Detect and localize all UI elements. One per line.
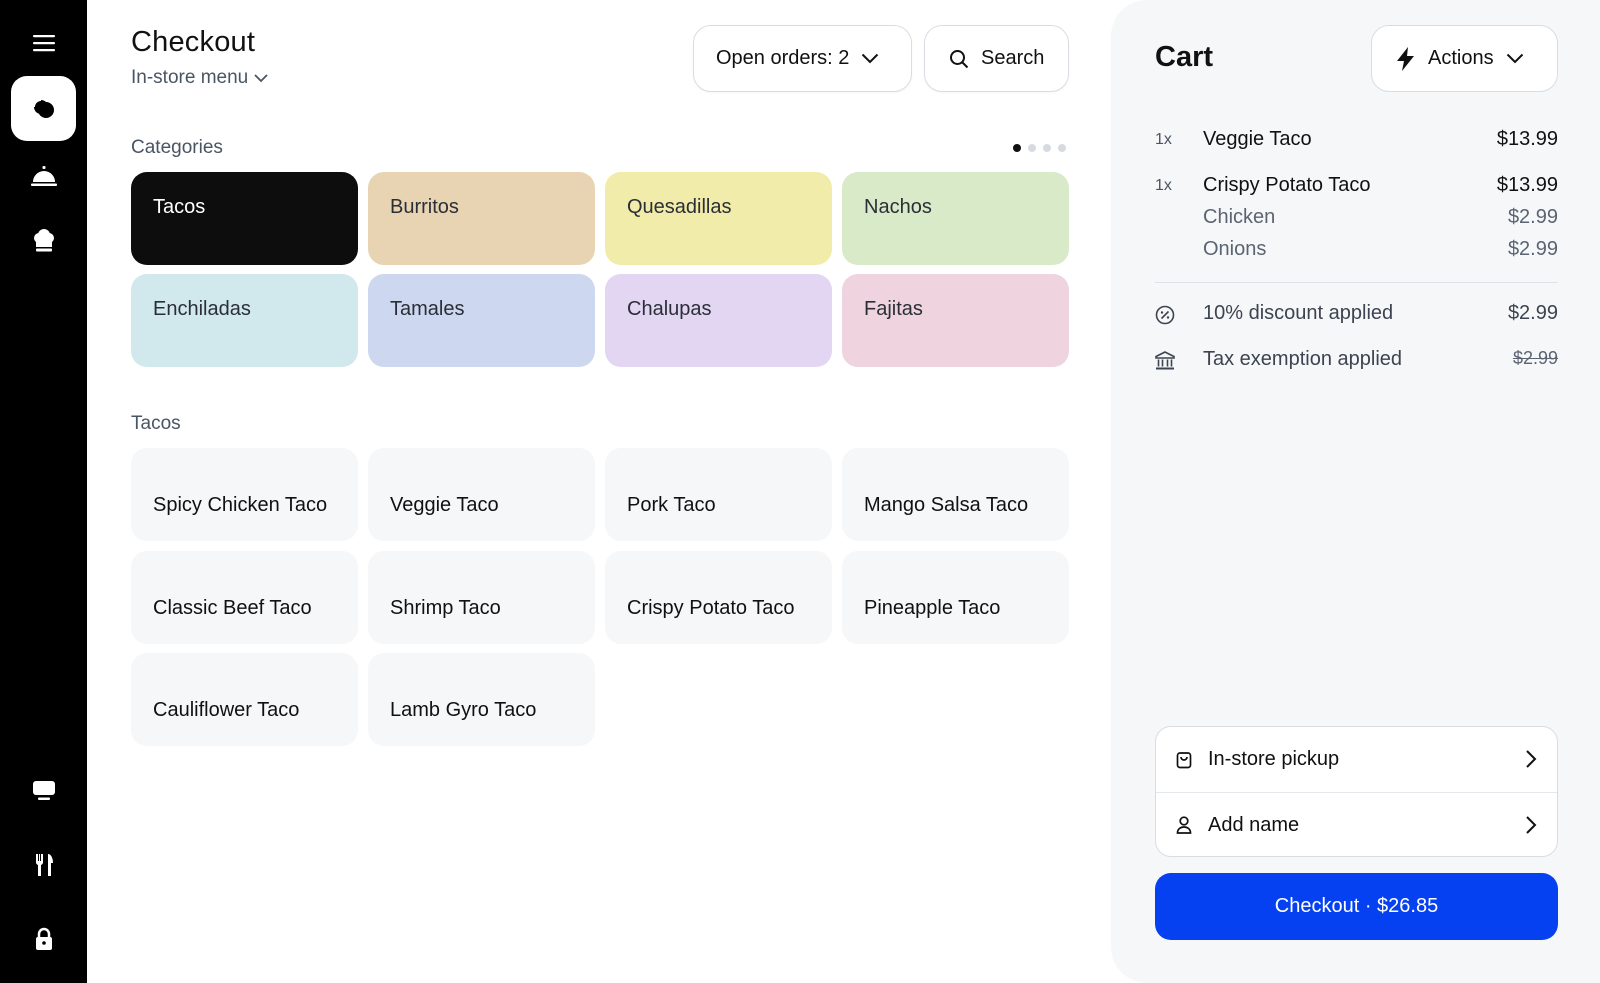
pager-dot[interactable] xyxy=(1058,144,1066,152)
bag-icon xyxy=(1176,751,1192,768)
menu-item[interactable]: Veggie Taco xyxy=(368,448,595,541)
menu-item[interactable]: Spicy Chicken Taco xyxy=(131,448,358,541)
menu-section-heading: Tacos xyxy=(131,413,181,434)
menu-item[interactable]: Crispy Potato Taco xyxy=(605,551,832,644)
hamburger-menu-icon xyxy=(32,34,55,51)
cloche-icon xyxy=(30,165,57,186)
menu-item[interactable]: Mango Salsa Taco xyxy=(842,448,1069,541)
actions-button[interactable]: Actions xyxy=(1371,25,1558,92)
category-pager[interactable] xyxy=(1013,144,1066,152)
sidebar-item-pos[interactable] xyxy=(11,76,76,141)
menu-item[interactable]: Classic Beef Taco xyxy=(131,551,358,644)
chevron-down-icon xyxy=(254,73,268,82)
tax-exemption-value: $2.99 xyxy=(1512,348,1558,368)
cart-modifier: Onions $2.99 xyxy=(1155,238,1558,268)
cart-divider xyxy=(1155,282,1558,283)
discount-label: 10% discount applied xyxy=(1203,302,1394,324)
pager-dot[interactable] xyxy=(1013,144,1021,152)
sidebar-item-kitchen[interactable] xyxy=(11,208,76,273)
category-tile[interactable]: Nachos xyxy=(842,172,1069,265)
cart-title: Cart xyxy=(1155,41,1214,73)
order-options: In-store pickup Add name xyxy=(1155,726,1558,857)
pos-logo-icon xyxy=(32,98,54,118)
modifier-name: Chicken xyxy=(1203,206,1276,228)
category-tile[interactable]: Burritos xyxy=(368,172,595,265)
discount-value: $2.99 xyxy=(1507,302,1558,324)
lock-icon xyxy=(35,927,52,950)
cart-line-qty: 1x xyxy=(1155,177,1172,194)
category-tile[interactable]: Tamales xyxy=(368,274,595,367)
chevron-right-icon xyxy=(1526,750,1537,768)
menu-button[interactable] xyxy=(11,10,76,75)
sidebar-item-display[interactable] xyxy=(11,758,76,823)
discount-line[interactable]: 10% discount applied $2.99 xyxy=(1155,302,1558,332)
menu-item[interactable]: Lamb Gyro Taco xyxy=(368,653,595,746)
pickup-option[interactable]: In-store pickup xyxy=(1156,727,1557,792)
menu-selector-label: In-store menu xyxy=(131,67,249,88)
chevron-down-icon xyxy=(862,53,879,64)
modifier-price: $2.99 xyxy=(1507,238,1558,260)
search-icon xyxy=(950,49,969,68)
lightning-icon xyxy=(1397,46,1414,71)
pager-dot[interactable] xyxy=(1043,144,1051,152)
category-tile[interactable]: Fajitas xyxy=(842,274,1069,367)
menu-item[interactable]: Pork Taco xyxy=(605,448,832,541)
discount-icon xyxy=(1155,305,1175,325)
search-label: Search xyxy=(981,47,1045,69)
cart-line-name: Veggie Taco xyxy=(1203,128,1312,150)
menu-item[interactable]: Shrimp Taco xyxy=(368,551,595,644)
open-orders-button[interactable]: Open orders: 2 xyxy=(693,25,912,92)
category-tile[interactable]: Enchiladas xyxy=(131,274,358,367)
monitor-icon xyxy=(32,780,55,800)
cart-line[interactable]: 1x Veggie Taco $13.99 xyxy=(1155,128,1558,158)
cart-panel: Cart Actions 1x Veggie Taco $13.99 1x Cr… xyxy=(1111,0,1600,983)
menu-selector[interactable]: In-store menu xyxy=(131,67,268,89)
menu-item[interactable]: Cauliflower Taco xyxy=(131,653,358,746)
add-name-option[interactable]: Add name xyxy=(1156,792,1557,856)
cart-line-price: $13.99 xyxy=(1496,174,1558,196)
sidebar xyxy=(0,0,87,983)
chevron-down-icon xyxy=(1506,53,1523,64)
pager-dot[interactable] xyxy=(1028,144,1036,152)
utensils-icon xyxy=(35,853,53,876)
sidebar-item-menu[interactable] xyxy=(11,832,76,897)
add-name-option-label: Add name xyxy=(1208,813,1300,836)
actions-label: Actions xyxy=(1428,47,1494,69)
cart-line-price: $13.99 xyxy=(1496,128,1558,150)
category-tile[interactable]: Tacos xyxy=(131,172,358,265)
categories-heading: Categories xyxy=(131,137,223,158)
cart-line-qty: 1x xyxy=(1155,131,1172,148)
category-tile[interactable]: Quesadillas xyxy=(605,172,832,265)
search-button[interactable]: Search xyxy=(924,25,1069,92)
page-title: Checkout xyxy=(131,26,256,58)
tax-exemption-line[interactable]: Tax exemption applied $2.99 xyxy=(1155,348,1558,378)
menu-item[interactable]: Pineapple Taco xyxy=(842,551,1069,644)
checkout-button[interactable]: Checkout · $26.85 xyxy=(1155,873,1558,940)
chef-hat-icon xyxy=(33,228,54,251)
user-icon xyxy=(1176,816,1192,834)
cart-line[interactable]: 1x Crispy Potato Taco $13.99 xyxy=(1155,174,1558,204)
sidebar-item-lock[interactable] xyxy=(11,906,76,971)
pickup-option-label: In-store pickup xyxy=(1208,748,1340,770)
sidebar-item-orders[interactable] xyxy=(11,144,76,209)
modifier-name: Onions xyxy=(1203,238,1267,260)
chevron-right-icon xyxy=(1526,816,1537,834)
open-orders-label: Open orders: 2 xyxy=(716,47,850,69)
tax-exemption-label: Tax exemption applied xyxy=(1203,348,1403,370)
bank-icon xyxy=(1155,351,1175,370)
category-tile[interactable]: Chalupas xyxy=(605,274,832,367)
cart-line-name: Crispy Potato Taco xyxy=(1203,174,1371,196)
modifier-price: $2.99 xyxy=(1507,206,1558,228)
cart-modifier: Chicken $2.99 xyxy=(1155,206,1558,236)
